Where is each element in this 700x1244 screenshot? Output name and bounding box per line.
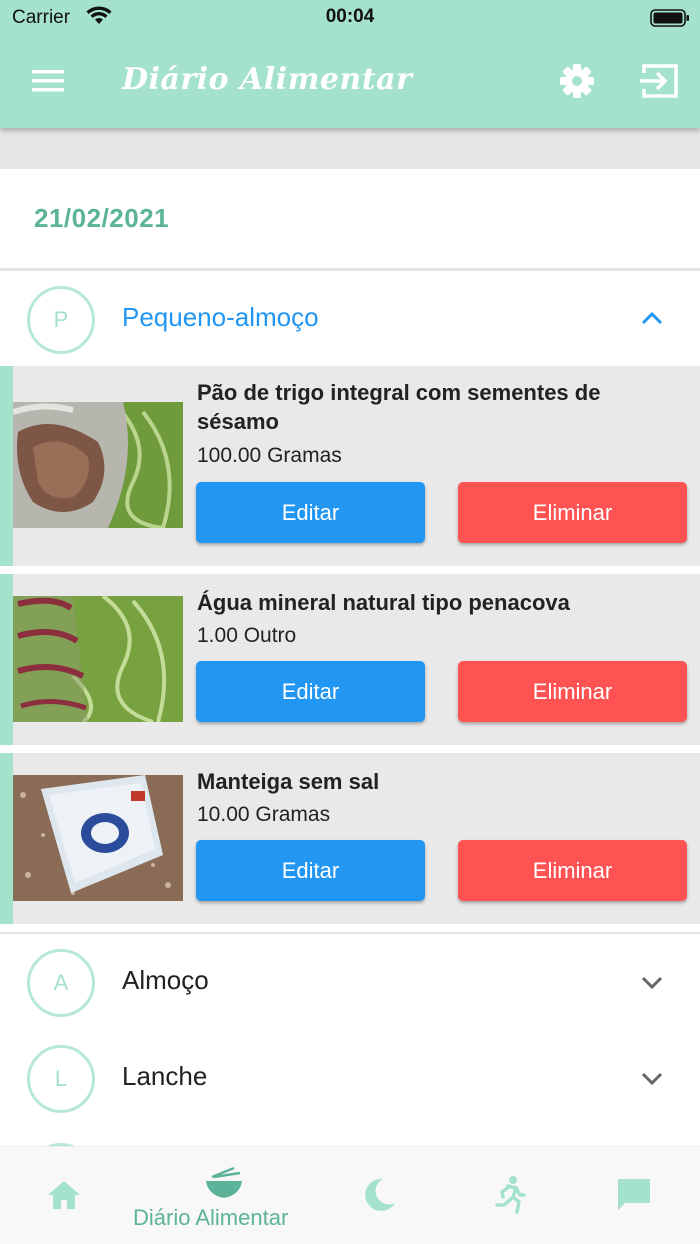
meal-initial-badge: L bbox=[27, 1045, 95, 1113]
moon-icon bbox=[365, 1178, 395, 1211]
app-title: Diário Alimentar bbox=[122, 62, 413, 97]
food-item-quantity: 100.00 Gramas bbox=[197, 444, 342, 467]
nav-sleep[interactable] bbox=[345, 1147, 415, 1244]
gear-icon[interactable] bbox=[558, 62, 596, 100]
delete-button[interactable]: Eliminar bbox=[458, 482, 687, 543]
battery-icon bbox=[650, 9, 689, 27]
item-accent-bar bbox=[0, 574, 13, 745]
meal-row-pequeno-almoco[interactable]: P Pequeno-almoço bbox=[0, 271, 700, 367]
edit-button[interactable]: Editar bbox=[196, 840, 425, 901]
meal-label: Almoço bbox=[122, 965, 209, 995]
food-item: Água mineral natural tipo penacova 1.00 … bbox=[0, 574, 700, 745]
chat-icon bbox=[618, 1179, 650, 1210]
meal-initial-badge: P bbox=[27, 286, 95, 354]
item-accent-bar bbox=[0, 366, 13, 566]
food-photo-bread bbox=[13, 402, 183, 528]
delete-button[interactable]: Eliminar bbox=[458, 840, 687, 901]
home-icon bbox=[48, 1181, 80, 1209]
delete-button[interactable]: Eliminar bbox=[458, 661, 687, 722]
meal-initial-badge: A bbox=[27, 949, 95, 1017]
nav-activity[interactable] bbox=[475, 1147, 545, 1244]
food-item-quantity: 10.00 Gramas bbox=[197, 803, 331, 826]
food-item: Pão de trigo integral com sementes de sé… bbox=[0, 366, 700, 566]
food-item: Manteiga sem sal 10.00 Gramas Editar Eli… bbox=[0, 753, 700, 924]
edit-button[interactable]: Editar bbox=[196, 482, 425, 543]
section-divider bbox=[0, 924, 700, 934]
food-item-name: Água mineral natural tipo penacova bbox=[197, 590, 570, 615]
bottom-navigation: Diário Alimentar bbox=[0, 1146, 700, 1244]
nav-home[interactable] bbox=[30, 1147, 100, 1244]
status-bar: Carrier 00:04 bbox=[0, 0, 700, 36]
logout-icon[interactable] bbox=[638, 62, 680, 100]
item-accent-bar bbox=[0, 753, 13, 924]
meal-label: Pequeno-almoço bbox=[122, 302, 319, 332]
item-separator bbox=[0, 566, 700, 574]
chevron-up-icon[interactable] bbox=[638, 305, 666, 333]
menu-icon[interactable] bbox=[28, 66, 68, 96]
item-separator bbox=[0, 745, 700, 753]
food-photo-water bbox=[13, 596, 183, 722]
meal-row-next[interactable] bbox=[0, 1126, 700, 1146]
food-bowl-icon bbox=[206, 1166, 242, 1198]
header: Diário Alimentar bbox=[0, 36, 700, 128]
meal-label: Lanche bbox=[122, 1061, 208, 1091]
nav-food-diary[interactable]: Diário Alimentar bbox=[130, 1147, 320, 1244]
edit-button[interactable]: Editar bbox=[196, 661, 425, 722]
food-photo-butter bbox=[13, 775, 183, 901]
chevron-down-icon[interactable] bbox=[638, 968, 666, 996]
food-item-quantity: 1.00 Outro bbox=[197, 624, 297, 647]
status-time: 00:04 bbox=[325, 6, 375, 27]
nav-messages[interactable] bbox=[600, 1147, 670, 1244]
chevron-down-icon[interactable] bbox=[638, 1064, 666, 1092]
running-icon bbox=[495, 1176, 526, 1214]
date-header: 21/02/2021 bbox=[0, 169, 700, 270]
meal-row-almoco[interactable]: A Almoço bbox=[0, 934, 700, 1030]
meal-row-lanche[interactable]: L Lanche bbox=[0, 1030, 700, 1126]
selected-date[interactable]: 21/02/2021 bbox=[34, 203, 169, 234]
nav-food-diary-label: Diário Alimentar bbox=[133, 1205, 289, 1230]
food-item-name: Pão de trigo integral com sementes de sé… bbox=[197, 380, 601, 434]
food-item-name: Manteiga sem sal bbox=[197, 769, 380, 794]
app-bar: Carrier 00:04 Diário Alimentar bbox=[0, 0, 700, 128]
